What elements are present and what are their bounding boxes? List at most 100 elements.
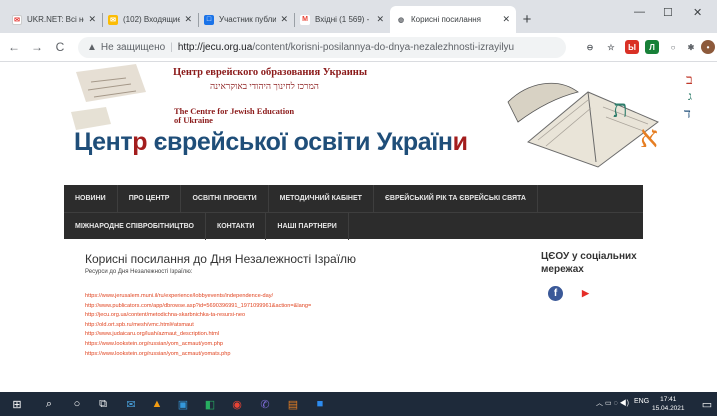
page-subtitle: Ресурси до Дня Незалежності Ізраїлю: <box>85 269 193 275</box>
links-list: https://www.jerusalem.muni.il/ru/experie… <box>85 292 311 359</box>
resource-link[interactable]: http://old.ort.spb.ru/mesh/vmc.html#atsm… <box>85 321 311 331</box>
gmail-icon: M <box>300 14 310 25</box>
chrome-icon[interactable]: ◉ <box>230 397 244 411</box>
app-icon[interactable]: ◧ <box>203 397 217 411</box>
tab-active-useful-links[interactable]: ◍ Корисні посилання ✕ <box>390 6 516 33</box>
menu-row: МІЖНАРОДНЕ СПІВРОБІТНИЦТВО КОНТАКТИ НАШІ… <box>64 212 643 240</box>
svg-text:ד: ד <box>684 106 691 122</box>
reload-button[interactable]: C <box>51 40 69 54</box>
zoom-icon[interactable]: ⊖ <box>583 40 597 54</box>
maximize-button[interactable]: ☐ <box>663 6 673 19</box>
tab-ukrnet[interactable]: ✉ UKR.NET: Всі новини ✕ <box>6 6 102 33</box>
header-title-ru: Центр еврейского образования Украины <box>173 67 368 78</box>
close-icon[interactable]: ✕ <box>502 14 510 25</box>
tab-participant[interactable]: □ Участник публикац ✕ <box>198 6 294 33</box>
mail-app-icon[interactable]: ✉ <box>124 397 138 411</box>
svg-text:א: א <box>640 120 658 155</box>
menu-item-about[interactable]: ПРО ЦЕНТР <box>118 185 182 212</box>
resource-link[interactable]: https://www.lookstein.org/russian/yom_ac… <box>85 340 311 350</box>
task-view-icon[interactable]: ⧉ <box>96 397 110 411</box>
extensions-puzzle-icon[interactable]: ✱ <box>684 40 698 54</box>
site-logo-title[interactable]: Центр єврейської освіти України <box>74 128 468 157</box>
zoom-app-icon[interactable]: ■ <box>313 397 327 411</box>
close-window-button[interactable]: ✕ <box>693 6 702 19</box>
clock-date: 15.04.2021 <box>652 405 685 412</box>
url-path: /content/korisni-posilannya-do-dnya-neza… <box>252 42 515 53</box>
tray-icons[interactable]: ︿ ▭ ◌ ◀) <box>596 398 629 408</box>
photos-icon[interactable]: ▤ <box>286 397 300 411</box>
header-decoration-icon <box>66 62 166 132</box>
svg-text:ג: ג <box>688 89 692 103</box>
new-tab-button[interactable]: + <box>516 6 538 33</box>
tab-inbox[interactable]: ✉ (102) Входящие ✕ <box>102 6 198 33</box>
windows-taskbar: ⊞ ⌕ ○ ⧉ ✉ ▲ ▣ ◧ ◉ ✆ ▤ ■ ︿ ▭ ◌ ◀) ENG 17:… <box>0 392 717 416</box>
extension-green-icon[interactable]: Л <box>645 40 659 54</box>
menu-item-contacts[interactable]: КОНТАКТИ <box>206 212 267 240</box>
profile-avatar[interactable]: • <box>701 40 715 54</box>
store-icon[interactable]: ▣ <box>176 397 190 411</box>
social-title: ЦЄОУ у соціальних мережах <box>541 251 637 275</box>
url-text: http://jecu.org.ua/content/korisni-posil… <box>178 42 514 53</box>
browser-window: ✉ UKR.NET: Всі новини ✕ ✉ (102) Входящие… <box>0 0 717 416</box>
back-button[interactable]: ← <box>5 40 23 54</box>
tab-title: Корисні посилання <box>411 15 481 24</box>
svg-text:ת: ת <box>613 95 628 123</box>
viber-icon[interactable]: ✆ <box>258 397 272 411</box>
star-icon[interactable]: ☆ <box>604 40 618 54</box>
extension-circle-icon[interactable]: ○ <box>666 40 680 54</box>
notifications-icon[interactable]: ▭ <box>700 397 714 411</box>
menu-item-jewish-year[interactable]: ЄВРЕЙСЬКИЙ РІК ТА ЄВРЕЙСЬКІ СВЯТА <box>374 185 538 212</box>
resource-link[interactable]: http://www.judaicaru.org/luah/azmaut_des… <box>85 330 311 340</box>
address-bar[interactable]: ▲ Не защищено | http://jecu.org.ua/conte… <box>78 37 566 58</box>
warning-icon[interactable]: ▲ <box>87 42 97 53</box>
taskbar-clock[interactable]: 17:41 15.04.2021 <box>652 395 685 413</box>
svg-text:ב: ב <box>686 72 693 88</box>
separator: | <box>170 42 173 53</box>
resource-link[interactable]: http://jecu.org.ua/content/metodichna-sk… <box>85 311 311 321</box>
logo-part-accent: р <box>132 128 148 156</box>
tab-title: Вхідні (1 569) - natu <box>315 15 372 24</box>
site-header: Центр еврейского образования Украины המר… <box>0 62 717 180</box>
main-menu: НОВИНИ ПРО ЦЕНТР ОСВІТНІ ПРОЕКТИ МЕТОДИЧ… <box>64 185 643 240</box>
resource-link[interactable]: https://www.lookstein.org/russian/yom_ac… <box>85 350 311 360</box>
participant-icon: □ <box>204 14 214 25</box>
close-icon[interactable]: ✕ <box>184 14 192 25</box>
page-title: Корисні посилання до Дня Незалежності Із… <box>85 252 357 266</box>
close-icon[interactable]: ✕ <box>376 14 384 25</box>
menu-item-international[interactable]: МІЖНАРОДНЕ СПІВРОБІТНИЦТВО <box>64 212 206 240</box>
url-host: http://jecu.org.ua <box>177 42 253 53</box>
resource-link[interactable]: http://www.publicators.com/app/dbrowse.a… <box>85 302 311 312</box>
tab-gmail[interactable]: M Вхідні (1 569) - natu ✕ <box>294 6 390 33</box>
menu-item-partners[interactable]: НАШІ ПАРТНЕРИ <box>266 212 349 240</box>
youtube-icon[interactable]: ▶ <box>578 286 593 301</box>
globe-icon: ◍ <box>396 14 406 25</box>
search-icon[interactable]: ⌕ <box>42 397 56 411</box>
logo-part: Україн <box>376 128 453 156</box>
close-icon[interactable]: ✕ <box>280 14 288 25</box>
menu-row: НОВИНИ ПРО ЦЕНТР ОСВІТНІ ПРОЕКТИ МЕТОДИЧ… <box>64 185 643 212</box>
ukrnet-icon: ✉ <box>12 14 22 25</box>
tab-title: UKR.NET: Всі новини <box>27 15 84 24</box>
menu-item-methodical[interactable]: МЕТОДИЧНИЙ КАБІНЕТ <box>269 185 374 212</box>
forward-button[interactable]: → <box>28 40 46 54</box>
menu-item-projects[interactable]: ОСВІТНІ ПРОЕКТИ <box>181 185 269 212</box>
extension-red-icon[interactable]: Ы <box>625 40 639 54</box>
vlc-icon[interactable]: ▲ <box>150 397 164 411</box>
menu-item-news[interactable]: НОВИНИ <box>64 185 118 212</box>
resource-link[interactable]: https://www.jerusalem.muni.il/ru/experie… <box>85 292 311 302</box>
book-letters-illustration: ת א ב ג ד <box>507 72 693 168</box>
logo-part: Цент <box>74 128 133 156</box>
windows-start-icon[interactable]: ⊞ <box>10 397 24 411</box>
logo-part-accent: и <box>452 128 468 156</box>
logo-part: єврейської освіти <box>147 128 377 156</box>
cortana-icon[interactable]: ○ <box>70 397 84 411</box>
language-indicator[interactable]: ENG <box>634 398 649 405</box>
minimize-button[interactable]: — <box>634 6 645 18</box>
clock-time: 17:41 <box>660 396 677 403</box>
facebook-icon[interactable]: f <box>548 286 563 301</box>
tab-strip: ✉ UKR.NET: Всі новини ✕ ✉ (102) Входящие… <box>0 0 717 33</box>
header-title-en-2: of Ukraine <box>174 115 213 125</box>
web-page: Центр еврейского образования Украины המר… <box>0 62 717 392</box>
tab-title: Участник публикац <box>219 15 277 24</box>
close-icon[interactable]: ✕ <box>88 14 96 25</box>
